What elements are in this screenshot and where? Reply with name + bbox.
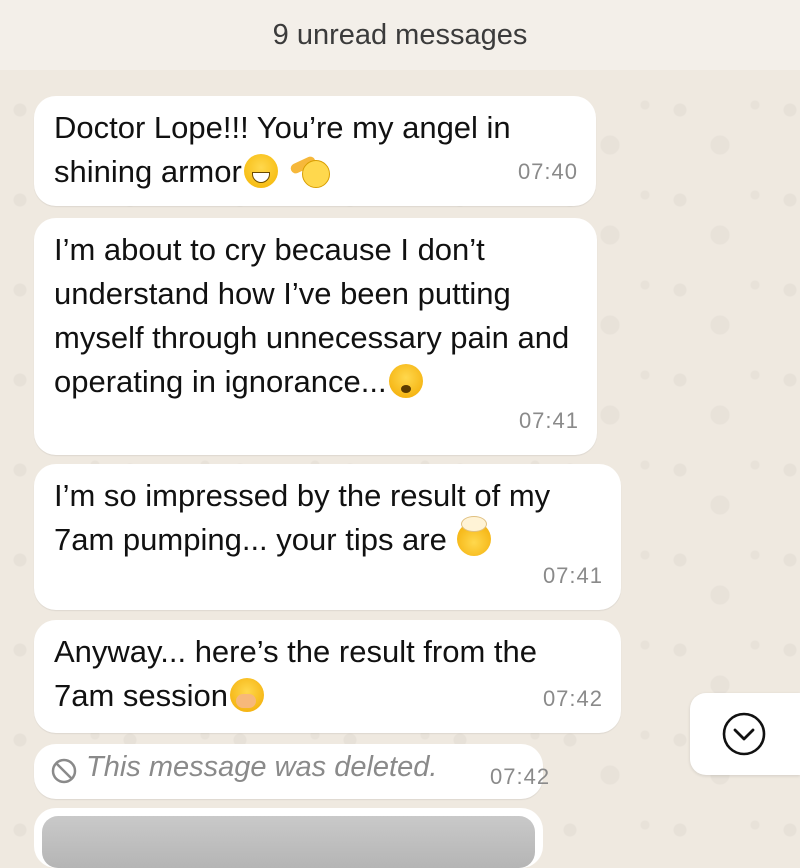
message-text: I’m about to cry because I don’t underst… bbox=[54, 228, 577, 404]
deleted-message-text: This message was deleted. bbox=[86, 751, 437, 784]
message-text: I’m so impressed by the result of my 7am… bbox=[54, 474, 601, 562]
message-text: Anyway... here’s the result from the 7am… bbox=[54, 630, 561, 718]
message-bubble[interactable]: Doctor Lope!!! You’re my angel in shinin… bbox=[34, 96, 596, 206]
scroll-to-bottom-button[interactable] bbox=[690, 693, 800, 775]
message-text-content: Doctor Lope!!! You’re my angel in shinin… bbox=[54, 110, 511, 189]
message-bubble[interactable]: Anyway... here’s the result from the 7am… bbox=[34, 620, 621, 733]
message-bubble[interactable]: I’m so impressed by the result of my 7am… bbox=[34, 464, 621, 610]
message-timestamp: 07:41 bbox=[543, 554, 603, 598]
deleted-message-bubble[interactable]: This message was deleted. 07:42 bbox=[34, 744, 543, 799]
exploding-head-emoji-icon bbox=[457, 522, 491, 556]
grinning-sweat-emoji-icon bbox=[244, 154, 278, 188]
message-timestamp: 07:40 bbox=[518, 150, 578, 194]
message-bubble[interactable]: I’m about to cry because I don’t underst… bbox=[34, 218, 597, 455]
message-timestamp: 07:42 bbox=[490, 764, 550, 790]
worried-face-emoji-icon bbox=[389, 364, 423, 398]
unread-count-label: 9 unread messages bbox=[273, 19, 528, 52]
image-message-bubble[interactable] bbox=[34, 808, 543, 868]
message-text-content: I’m about to cry because I don’t underst… bbox=[54, 232, 569, 399]
image-thumbnail[interactable] bbox=[42, 816, 535, 868]
ban-icon bbox=[50, 757, 78, 785]
message-text-content: Anyway... here’s the result from the 7am… bbox=[54, 634, 537, 713]
message-timestamp: 07:42 bbox=[543, 677, 603, 721]
unread-messages-banner: 9 unread messages bbox=[0, 0, 800, 70]
saluting-face-emoji-icon bbox=[290, 156, 330, 188]
face-with-hand-over-mouth-emoji-icon bbox=[230, 678, 264, 712]
chevron-down-icon bbox=[721, 711, 767, 757]
message-text: Doctor Lope!!! You’re my angel in shinin… bbox=[54, 106, 576, 194]
message-timestamp: 07:41 bbox=[519, 399, 579, 443]
